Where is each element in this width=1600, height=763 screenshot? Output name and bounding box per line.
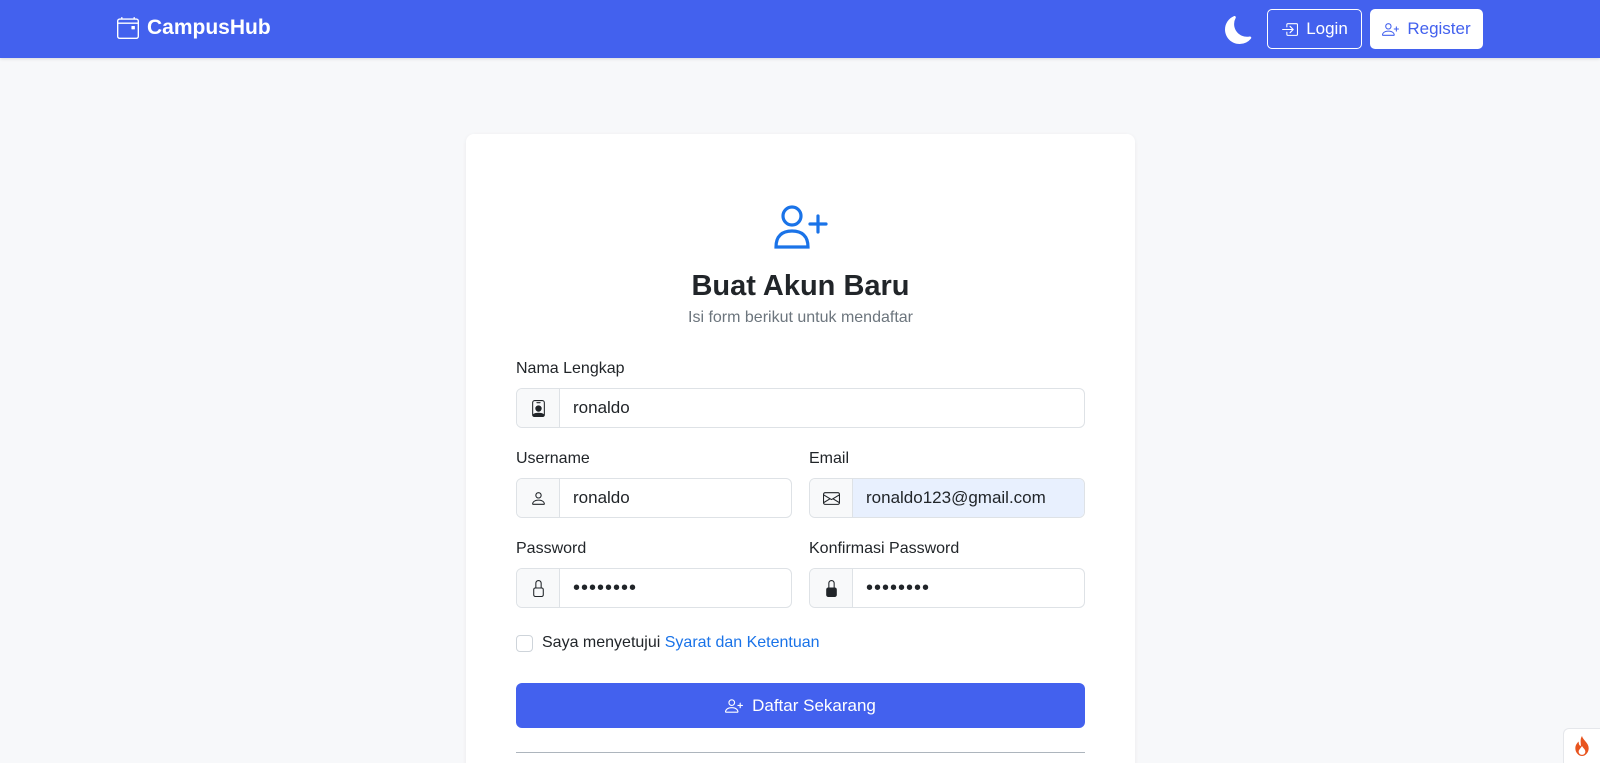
register-label: Register xyxy=(1407,19,1471,38)
confirm-password-label: Konfirmasi Password xyxy=(809,540,960,557)
page-subtitle: Isi form berikut untuk mendaftar xyxy=(688,309,913,326)
submit-label: Daftar Sekarang xyxy=(752,695,876,715)
person-plus-icon xyxy=(774,205,828,249)
login-button[interactable]: Login xyxy=(1267,9,1362,49)
confirm-password-field[interactable]: •••••••• xyxy=(809,568,1085,608)
password-label: Password xyxy=(516,540,587,557)
brand-link[interactable]: CampusHub xyxy=(117,16,271,40)
email-input[interactable]: ronaldo123@gmail.com xyxy=(853,479,1084,517)
email-label: Email xyxy=(809,450,850,467)
register-submit-button[interactable]: Daftar Sekarang xyxy=(516,683,1085,728)
email-field[interactable]: ronaldo123@gmail.com xyxy=(809,478,1085,518)
username-input[interactable]: ronaldo xyxy=(560,479,791,517)
login-icon xyxy=(1282,22,1299,36)
email-addon xyxy=(810,479,853,517)
moon-icon xyxy=(1225,16,1252,45)
navbar: CampusHub Login Register xyxy=(0,0,1600,58)
password-addon xyxy=(517,569,560,607)
full-name-label: Nama Lengkap xyxy=(516,360,625,377)
password-field[interactable]: •••••••• xyxy=(516,568,792,608)
login-label: Login xyxy=(1306,19,1348,38)
person-icon xyxy=(531,491,545,505)
flame-icon xyxy=(1575,736,1589,756)
corner-widget[interactable] xyxy=(1563,728,1600,763)
terms-checkbox[interactable] xyxy=(516,634,533,652)
terms-prefix: Saya menyetujui xyxy=(542,634,661,651)
page-title: Buat Akun Baru xyxy=(691,270,910,302)
calendar-icon xyxy=(117,17,139,39)
full-name-addon xyxy=(517,389,560,427)
brand-name: CampusHub xyxy=(147,16,271,39)
username-field[interactable]: ronaldo xyxy=(516,478,792,518)
terms-row: Saya menyetujui Syarat dan Ketentuan xyxy=(516,634,820,652)
divider xyxy=(516,752,1085,753)
password-input[interactable]: •••••••• xyxy=(560,569,791,607)
lock-icon xyxy=(532,579,544,597)
full-name-input[interactable]: ronaldo xyxy=(560,389,1084,427)
username-label: Username xyxy=(516,450,590,467)
person-plus-icon xyxy=(1382,22,1400,36)
lock-fill-icon xyxy=(825,579,837,597)
register-button[interactable]: Register xyxy=(1370,9,1483,49)
terms-link[interactable]: Syarat dan Ketentuan xyxy=(665,634,820,651)
register-card: Buat Akun Baru Isi form berikut untuk me… xyxy=(466,134,1135,763)
username-addon xyxy=(517,479,560,517)
theme-toggle-button[interactable] xyxy=(1225,16,1253,45)
person-badge-icon xyxy=(531,399,545,417)
envelope-icon xyxy=(822,491,840,505)
person-plus-icon xyxy=(725,698,744,713)
confirm-password-addon xyxy=(810,569,853,607)
confirm-password-input[interactable]: •••••••• xyxy=(853,569,1084,607)
terms-text: Saya menyetujui Syarat dan Ketentuan xyxy=(542,634,820,652)
full-name-field[interactable]: ronaldo xyxy=(516,388,1085,428)
